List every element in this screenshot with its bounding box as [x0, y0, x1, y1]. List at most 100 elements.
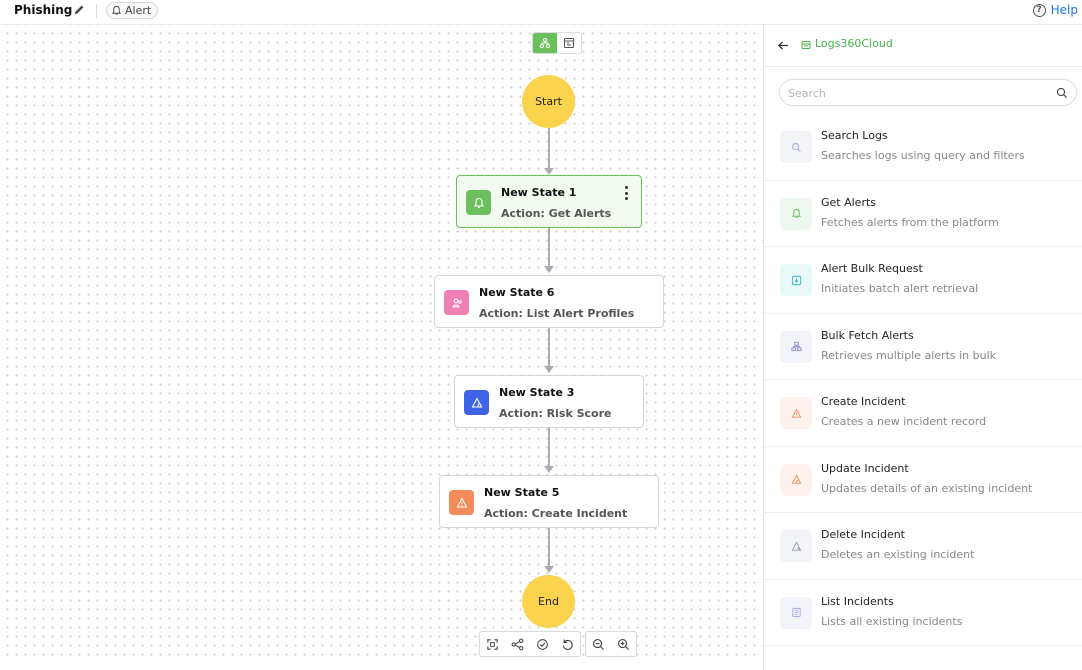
- action-description: Deletes an existing incident: [821, 548, 975, 561]
- workflow-canvas[interactable]: [0, 25, 763, 661]
- action-description: Searches logs using query and filters: [821, 149, 1025, 162]
- edge-arrowhead: [544, 266, 554, 273]
- action-description: Retrieves multiple alerts in bulk: [821, 348, 997, 362]
- action-description: Updates details of an existing incident: [821, 481, 1033, 495]
- search-box: [779, 79, 1077, 106]
- validate-button[interactable]: [530, 632, 555, 656]
- action-icon-box: [780, 264, 812, 296]
- action-item-delete-incident[interactable]: Delete Incident Deletes an existing inci…: [764, 513, 1082, 580]
- back-arrow-icon[interactable]: [777, 39, 790, 52]
- state-icon-box: [466, 190, 491, 215]
- breadcrumb[interactable]: Logs360Cloud: [815, 37, 893, 50]
- search-icon[interactable]: [1056, 87, 1068, 99]
- start-node[interactable]: Start: [522, 75, 575, 128]
- bell-icon: [791, 208, 801, 218]
- code-view-button[interactable]: [557, 33, 581, 53]
- state-icon-box: [464, 390, 489, 415]
- edge-start-to-state: [548, 128, 550, 170]
- action-icon-box: [780, 463, 812, 496]
- edge-arrowhead: [544, 566, 554, 573]
- layout-tools: [479, 631, 581, 657]
- action-item-search-logs[interactable]: Search Logs Searches logs using query an…: [764, 114, 1082, 181]
- state-node[interactable]: New State 3 Action: Risk Score: [454, 375, 644, 428]
- action-list: Search Logs Searches logs using query an…: [764, 114, 1082, 646]
- action-item-bulk-fetch-alerts[interactable]: Bulk Fetch Alerts Retrieves multiple ale…: [764, 314, 1082, 380]
- action-item-alert-bulk-request[interactable]: Alert Bulk Request Initiates batch alert…: [764, 247, 1082, 314]
- action-icon-box: [780, 397, 812, 429]
- more-options-icon[interactable]: [623, 186, 629, 200]
- action-description: Fetches alerts from the platform: [821, 215, 999, 229]
- action-icon-box: [780, 330, 812, 363]
- help-label: Help: [1050, 3, 1078, 17]
- zoom-out-button[interactable]: [586, 632, 611, 656]
- warning-icon: [791, 407, 801, 418]
- warning-delete-icon: [791, 540, 801, 551]
- auto-layout-button[interactable]: [505, 632, 530, 656]
- zoom-tools: [585, 631, 637, 657]
- warning-icon: [456, 496, 467, 508]
- action-title: Search Logs: [821, 129, 888, 142]
- top-bar: Phishing Alert ? Help: [0, 0, 1082, 25]
- action-description: Creates a new incident record: [821, 415, 987, 428]
- state-icon-box: [444, 290, 469, 315]
- action-title: Bulk Fetch Alerts: [821, 328, 914, 342]
- state-title: New State 1: [501, 186, 577, 199]
- action-title: Alert Bulk Request: [821, 262, 923, 275]
- zoom-in-button[interactable]: [611, 632, 636, 656]
- auto-layout-icon: [511, 638, 524, 650]
- end-node[interactable]: End: [522, 575, 575, 628]
- search-icon: [791, 142, 801, 152]
- panel-header: Logs360Cloud: [764, 25, 1082, 67]
- bell-icon: [473, 197, 484, 208]
- action-icon-box: [780, 197, 812, 230]
- action-description: Lists all existing incidents: [821, 614, 963, 628]
- fit-view-icon: [487, 638, 498, 650]
- zoom-in-icon: [618, 638, 630, 650]
- edge-state-to-state: [548, 428, 550, 468]
- edge-arrowhead: [544, 466, 554, 473]
- search-input[interactable]: [788, 84, 1048, 102]
- action-item-list-incidents[interactable]: List Incidents Lists all existing incide…: [764, 580, 1082, 646]
- action-title: Update Incident: [821, 461, 909, 475]
- state-title: New State 3: [499, 386, 575, 399]
- edit-pencil-icon[interactable]: [72, 3, 86, 17]
- actions-panel: Logs360Cloud Search Logs Searches logs u…: [763, 25, 1082, 670]
- state-node[interactable]: New State 5 Action: Create Incident: [439, 475, 659, 528]
- action-title: Get Alerts: [821, 195, 877, 209]
- integration-icon: [801, 41, 811, 49]
- bell-icon: [111, 5, 122, 15]
- edge-state-to-end: [548, 528, 550, 568]
- alert-tag[interactable]: Alert: [106, 2, 159, 19]
- edge-arrowhead: [544, 168, 554, 175]
- users-icon: [451, 298, 462, 308]
- help-link[interactable]: ? Help: [1032, 3, 1078, 17]
- action-title: Delete Incident: [821, 528, 905, 541]
- action-item-create-incident[interactable]: Create Incident Creates a new incident r…: [764, 380, 1082, 447]
- state-action: Action: Create Incident: [484, 507, 628, 520]
- zoom-out-icon: [593, 638, 605, 650]
- state-title: New State 5: [484, 486, 560, 499]
- state-node[interactable]: New State 6 Action: List Alert Profiles: [434, 275, 664, 328]
- canvas-toolbar: [479, 631, 637, 657]
- start-node-label: Start: [535, 95, 562, 108]
- edge-state-to-state: [548, 228, 550, 268]
- state-node[interactable]: New State 1 Action: Get Alerts: [456, 175, 642, 228]
- view-toggle: [532, 32, 582, 54]
- action-description: Initiates batch alert retrieval: [821, 282, 979, 295]
- reset-button[interactable]: [555, 632, 580, 656]
- fit-view-button[interactable]: [480, 632, 505, 656]
- action-title: Create Incident: [821, 395, 906, 408]
- workflow-title: Phishing: [14, 3, 73, 17]
- action-icon-box: [780, 530, 812, 562]
- header-divider: [96, 4, 97, 18]
- edge-state-to-state: [548, 328, 550, 368]
- flow-view-button[interactable]: [533, 33, 557, 53]
- action-item-get-alerts[interactable]: Get Alerts Fetches alerts from the platf…: [764, 181, 1082, 247]
- help-circle-icon: ?: [1032, 3, 1046, 17]
- alert-tag-label: Alert: [125, 4, 152, 17]
- state-action: Action: Get Alerts: [501, 207, 612, 220]
- code-view-icon: [564, 38, 574, 48]
- state-action: Action: List Alert Profiles: [479, 307, 635, 320]
- action-item-update-incident[interactable]: Update Incident Updates details of an ex…: [764, 447, 1082, 513]
- state-icon-box: [449, 490, 474, 515]
